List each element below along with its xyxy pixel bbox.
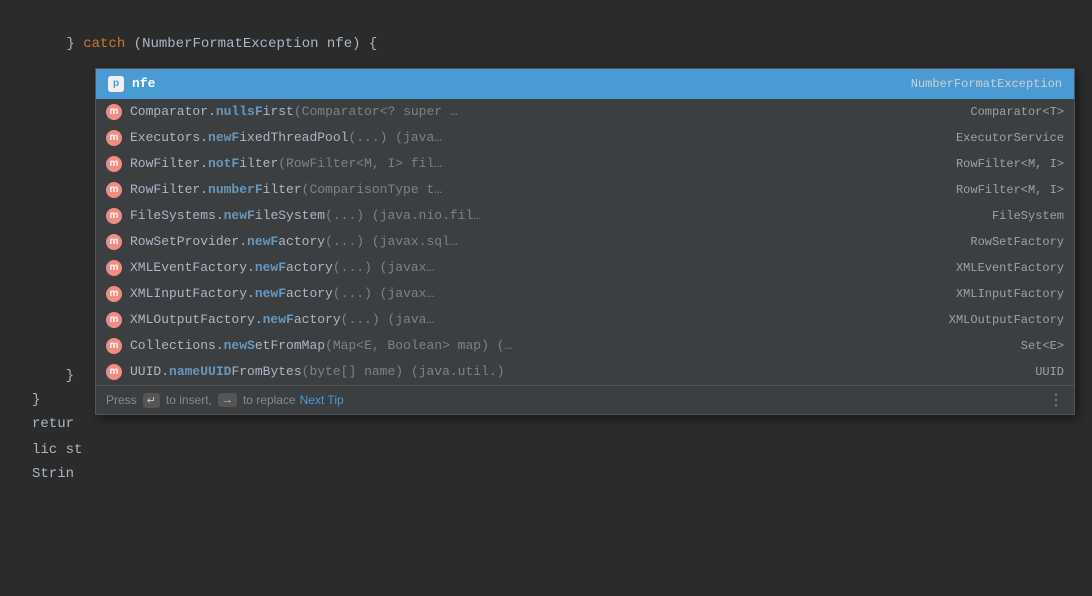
editor-container: } catch (NumberFormatException nfe) { if… [0, 0, 1092, 596]
ac-selected-name: nfe [132, 73, 155, 95]
autocomplete-selected-item[interactable]: p nfe NumberFormatException [96, 69, 1074, 99]
ac-item-1[interactable]: m Executors.newFixedThreadPool(...) (jav… [96, 125, 1074, 151]
autocomplete-popup[interactable]: p nfe NumberFormatException m Comparator… [95, 68, 1075, 415]
ac-item-2[interactable]: m RowFilter.notFilter(RowFilter<M, I> fi… [96, 151, 1074, 177]
code-line-5: retur [16, 412, 98, 436]
method-icon-3: m [106, 182, 122, 198]
code-line-4: } [16, 388, 98, 412]
method-icon-2: m [106, 156, 122, 172]
method-icon-7: m [106, 286, 122, 302]
ac-item-0[interactable]: m Comparator.nullsFirst(Comparator<? sup… [96, 99, 1074, 125]
ac-item-7[interactable]: m XMLInputFactory.newFactory(...) (javax… [96, 281, 1074, 307]
next-tip-button[interactable]: Next Tip [300, 393, 344, 407]
ac-item-3[interactable]: m RowFilter.numberFilter(ComparisonType … [96, 177, 1074, 203]
ac-item-6[interactable]: m XMLEventFactory.newFactory(...) (javax… [96, 255, 1074, 281]
code-below: } } retur lic st Strin [16, 364, 98, 486]
method-icon-1: m [106, 130, 122, 146]
code-line-3: } [16, 364, 98, 388]
method-icon-0: m [106, 104, 122, 120]
autocomplete-footer: Press ↵ to insert, → to replace Next Tip… [96, 385, 1074, 414]
ac-item-10[interactable]: m UUID.nameUUIDFromBytes(byte[] name) (j… [96, 359, 1074, 385]
method-icon-6: m [106, 260, 122, 276]
ac-icon-p: p [108, 76, 124, 92]
footer-hints: Press ↵ to insert, → to replace Next Tip [106, 393, 344, 408]
ac-item-4[interactable]: m FileSystems.newFileSystem(...) (java.n… [96, 203, 1074, 229]
ac-item-9[interactable]: m Collections.newSetFromMap(Map<E, Boole… [96, 333, 1074, 359]
ac-selected-type: NumberFormatException [911, 73, 1062, 95]
method-icon-8: m [106, 312, 122, 328]
insert-label: to insert, [166, 393, 212, 407]
autocomplete-list: m Comparator.nullsFirst(Comparator<? sup… [96, 99, 1074, 385]
code-line-7: lic st [16, 438, 98, 462]
method-icon-4: m [106, 208, 122, 224]
ac-item-5[interactable]: m RowSetProvider.newFactory(...) (javax.… [96, 229, 1074, 255]
ac-item-8[interactable]: m XMLOutputFactory.newFactory(...) (java… [96, 307, 1074, 333]
method-icon-9: m [106, 338, 122, 354]
more-options-icon[interactable]: ⋮ [1048, 390, 1064, 410]
method-icon-5: m [106, 234, 122, 250]
enter-key: ↵ [143, 393, 160, 408]
replace-label: to replace [243, 393, 296, 407]
code-line-8: Strin [16, 462, 98, 486]
method-icon-10: m [106, 364, 122, 380]
tab-key: → [218, 393, 237, 407]
press-label: Press [106, 393, 137, 407]
